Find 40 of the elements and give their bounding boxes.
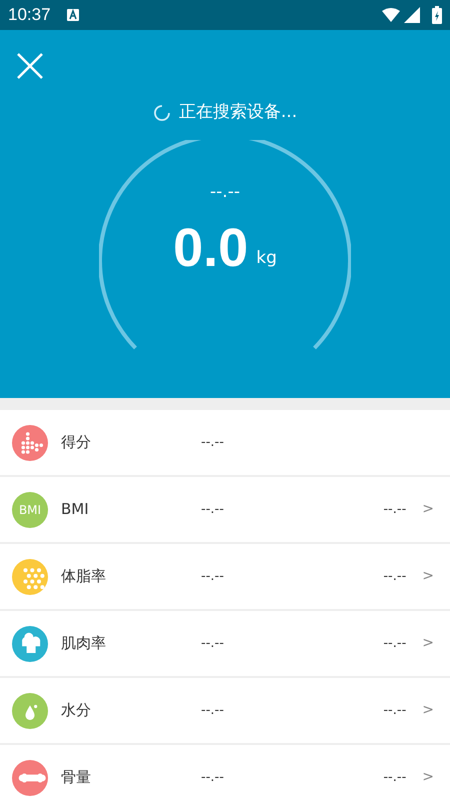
bmi-icon: BMI [12,492,48,528]
metric-label: 体脂率 [61,566,107,588]
close-icon [15,51,45,81]
status-time: 10:37 [8,4,51,26]
metric-label: 骨量 [61,767,92,788]
search-status: 正在搜索设备... [178,101,298,124]
metric-row[interactable]: 得分 --.-- [0,410,450,475]
metric-extra: --.-- [383,768,406,787]
metric-row[interactable]: 骨量 --.-- --.-- > [0,745,450,800]
chevron: > [422,768,434,787]
metric-value: --.-- [201,768,224,787]
secondary-reading: --.-- [210,180,240,204]
battery-icon [432,6,442,24]
metric-value: --.-- [201,568,224,586]
chevron: > [422,500,434,519]
metric-value: --.-- [201,500,224,519]
chevron: > [422,634,434,653]
metric-extra: --.-- [383,634,406,653]
metric-label: 肌肉率 [61,633,107,654]
weight-unit: kg [256,246,277,270]
metric-value: --.-- [201,634,224,653]
metric-row[interactable]: 体脂率 --.-- --.-- > [0,544,450,609]
signal-icon [404,7,420,23]
metric-label: 得分 [61,432,92,454]
metric-value: --.-- [201,702,224,720]
metric-label: BMI [61,499,90,520]
chevron: > [422,701,434,720]
wifi-icon [382,8,400,22]
metric-extra: --.-- [383,568,406,586]
metric-value: --.-- [201,434,224,452]
metric-extra: --.-- [383,500,406,519]
weight-value: 0.0 [173,221,248,275]
metric-row[interactable]: 肌肉率 --.-- --.-- > [0,611,450,676]
spinner-icon [152,104,171,122]
notification-icon [66,9,79,21]
metric-label: 水分 [61,700,92,722]
metric-extra: --.-- [383,702,406,720]
metric-row[interactable]: BMI BMI --.-- --.-- > [0,477,450,542]
chevron: > [422,567,434,586]
metric-row[interactable]: 水分 --.-- --.-- > [0,678,450,743]
